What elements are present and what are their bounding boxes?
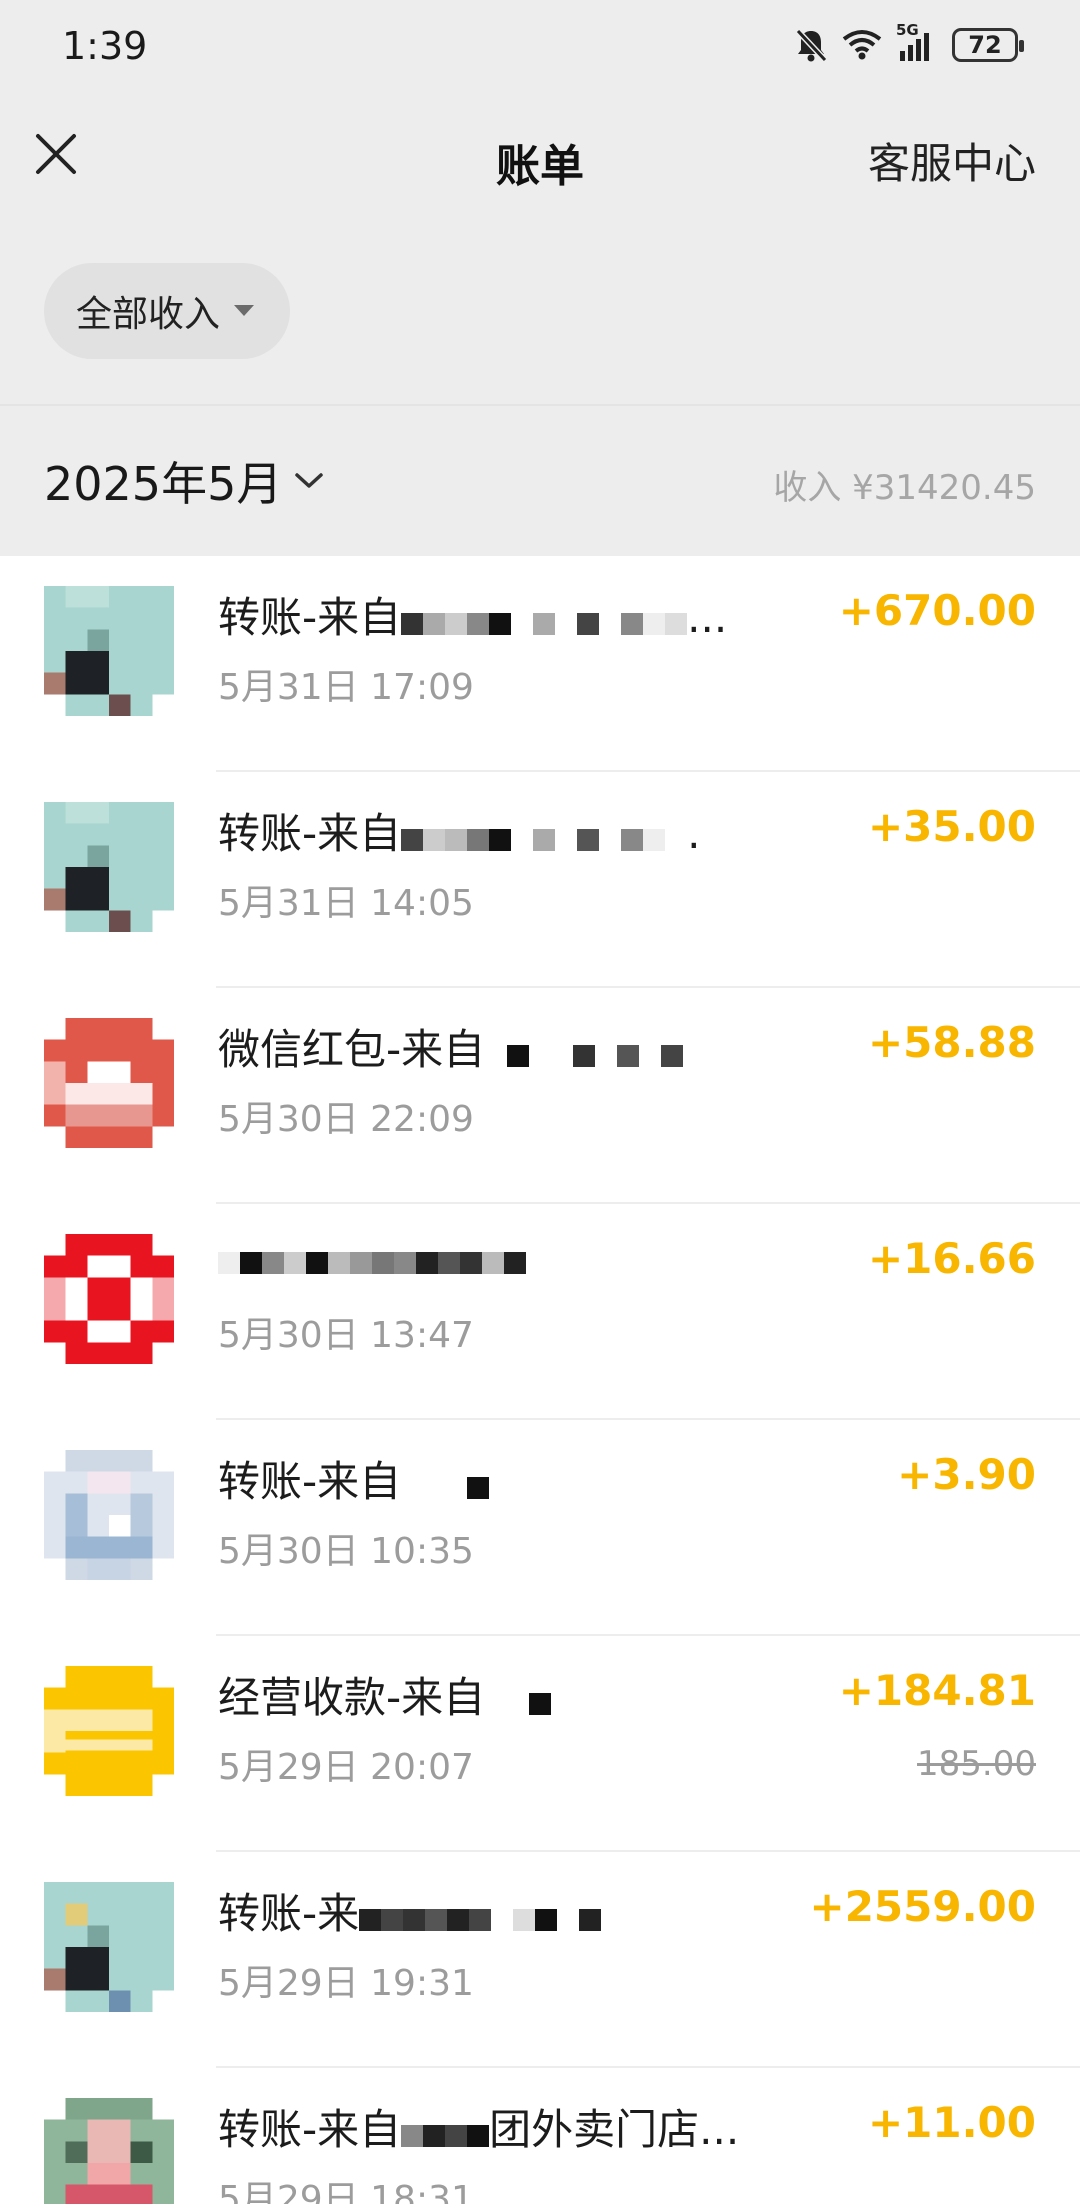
transaction-title: 转账-来自 团外卖门店... [218, 2096, 838, 2152]
transaction-item[interactable]: 微信红包-来自 5月30日 22:09 +58.88 [0, 988, 1080, 1204]
redacted-name [401, 2108, 490, 2152]
redacted-name [218, 1235, 526, 1284]
month-income-total: 收入 ¥31420.45 [773, 468, 1036, 508]
transaction-time: 5月31日 17:09 [218, 667, 474, 708]
transaction-time: 5月30日 13:47 [218, 1315, 474, 1356]
transfer-avatar [44, 802, 174, 932]
transaction-time: 5月31日 14:05 [218, 883, 474, 924]
transaction-amount: +3.90 [897, 1450, 1036, 1499]
transaction-title [218, 1232, 838, 1288]
transaction-title: 转账-来自... [218, 584, 838, 640]
filter-label: 全部收入 [76, 294, 221, 335]
transaction-time: 5月29日 18:31 [218, 2179, 474, 2204]
transaction-time: 5月30日 22:09 [218, 1099, 474, 1140]
transaction-item[interactable]: 经营收款-来自 5月29日 20:07 +184.81 185.00 [0, 1636, 1080, 1852]
status-time: 1:39 [62, 24, 148, 68]
transaction-list: 转账-来自... 5月31日 17:09 +670.00 转账-来自. 5月31… [0, 556, 1080, 2204]
transaction-amount: +184.81 [838, 1666, 1036, 1715]
transaction-amount: +2559.00 [809, 1882, 1037, 1931]
transaction-amount: +58.88 [867, 1018, 1036, 1067]
transaction-time: 5月29日 19:31 [218, 1963, 474, 2004]
wifi-icon [842, 29, 882, 61]
redacted-name [485, 1028, 684, 1072]
customer-service-link[interactable]: 客服中心 [868, 130, 1036, 191]
redacted-name [401, 596, 688, 640]
signal-5g-label: 5G [896, 21, 919, 39]
transaction-amount: +35.00 [867, 802, 1036, 851]
transaction-time: 5月29日 20:07 [218, 1747, 474, 1788]
original-amount: 185.00 [917, 1744, 1036, 1784]
business-collect-icon [44, 1666, 174, 1796]
transaction-title: 转账-来自 [218, 1448, 838, 1504]
income-filter-dropdown[interactable]: 全部收入 [44, 263, 290, 359]
transaction-title: 转账-来自. [218, 800, 838, 856]
status-bar: 1:39 5G 72 [0, 0, 1080, 92]
transaction-item[interactable]: 转账-来自 5月30日 10:35 +3.90 [0, 1420, 1080, 1636]
transaction-amount: +11.00 [867, 2098, 1036, 2147]
transaction-item[interactable]: 转账-来自... 5月31日 17:09 +670.00 [0, 556, 1080, 772]
user-avatar [44, 1450, 174, 1580]
transaction-time: 5月30日 10:35 [218, 1531, 474, 1572]
transaction-amount: +670.00 [838, 586, 1036, 635]
transaction-title: 转账-来 [218, 1880, 838, 1936]
transaction-item[interactable]: 5月30日 13:47 +16.66 [0, 1204, 1080, 1420]
battery-icon: 72 [952, 28, 1024, 62]
redacted-name [359, 1892, 624, 1936]
month-label: 2025年5月 [44, 457, 283, 511]
transfer-avatar [44, 586, 174, 716]
red-packet-icon [44, 1018, 174, 1148]
transaction-title: 微信红包-来自 [218, 1016, 838, 1072]
month-selector[interactable]: 2025年5月 [44, 448, 324, 514]
transaction-title: 经营收款-来自 [218, 1664, 838, 1720]
bell-muted-icon [794, 27, 828, 63]
month-row: 2025年5月 收入 ¥31420.45 [0, 436, 1080, 526]
chevron-down-icon [295, 473, 324, 488]
caret-down-icon [234, 305, 255, 316]
transaction-amount: +16.66 [867, 1234, 1036, 1283]
status-icons: 5G 72 [794, 21, 1024, 68]
redacted-name [401, 812, 688, 856]
transfer-avatar [44, 1882, 174, 2012]
divider [0, 404, 1080, 406]
transaction-item[interactable]: 转账-来自 团外卖门店... 5月29日 18:31 +11.00 [0, 2068, 1080, 2204]
nav-bar: 账单 客服中心 [0, 100, 1080, 210]
transaction-item[interactable]: 转账-来自. 5月31日 14:05 +35.00 [0, 772, 1080, 988]
user-avatar [44, 2098, 174, 2204]
transaction-item[interactable]: 转账-来 5月29日 19:31 +2559.00 [0, 1852, 1080, 2068]
red-logo-icon [44, 1234, 174, 1364]
signal-icon: 5G [896, 21, 938, 63]
redacted-name [401, 1460, 490, 1504]
redacted-name [485, 1676, 552, 1720]
